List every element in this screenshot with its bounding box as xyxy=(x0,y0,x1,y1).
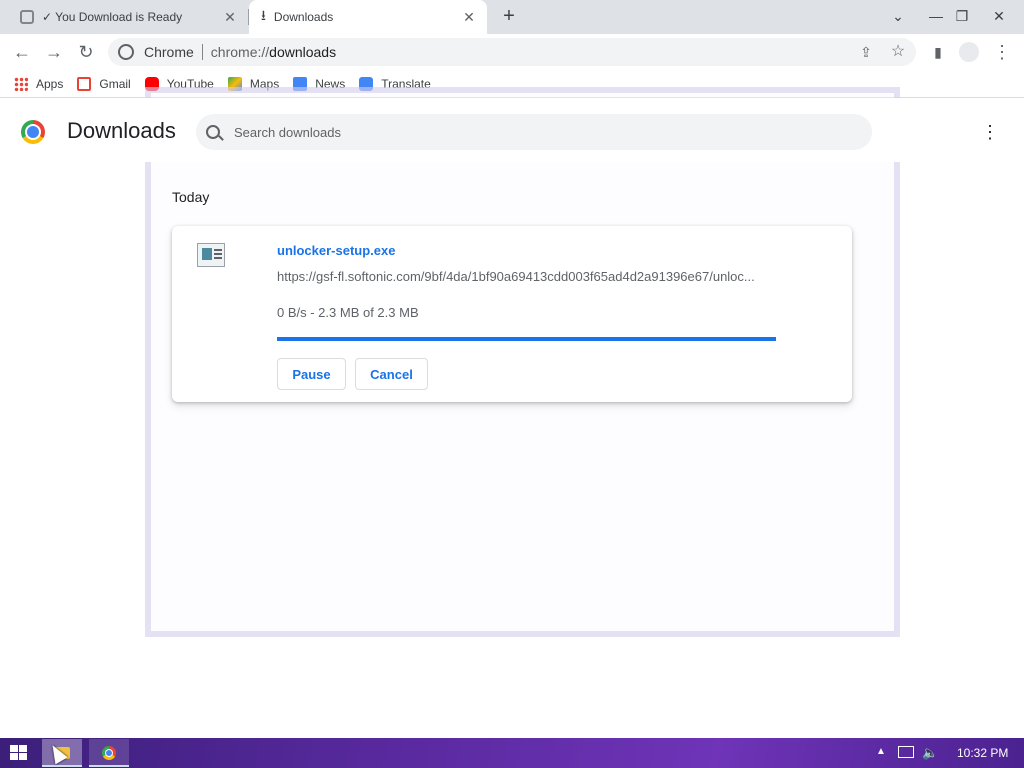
more-options-icon[interactable]: ⋮ xyxy=(980,120,1000,144)
tab-download-ready[interactable]: ✓ You Download is Ready ✕ xyxy=(8,0,248,34)
forward-arrow-icon[interactable]: → xyxy=(42,40,66,64)
reload-icon[interactable]: ↻ xyxy=(74,40,98,64)
bookmark-gmail[interactable]: Gmail xyxy=(77,76,131,91)
download-status: 0 B/s - 2.3 MB of 2.3 MB xyxy=(277,305,419,320)
search-bar[interactable] xyxy=(196,114,872,150)
profile-avatar-icon[interactable] xyxy=(957,40,981,64)
file-name-link[interactable]: unlocker-setup.exe xyxy=(277,243,396,258)
tray-expand-icon[interactable]: ▲ xyxy=(876,746,886,757)
minimize-button[interactable]: — xyxy=(922,2,950,30)
bookmark-label: Gmail xyxy=(99,76,131,91)
progress-bar xyxy=(277,337,776,341)
cancel-button[interactable]: Cancel xyxy=(355,358,428,390)
site-label: Chrome xyxy=(144,44,194,60)
downloads-header: Downloads ⋮ xyxy=(0,98,1024,162)
search-input[interactable] xyxy=(234,124,834,140)
close-icon[interactable]: ✕ xyxy=(222,9,238,25)
restore-button[interactable]: ❐ xyxy=(948,2,976,30)
gmail-icon xyxy=(77,76,92,91)
bookmark-star-icon[interactable]: ☆ xyxy=(886,40,910,64)
chrome-logo-icon xyxy=(21,120,45,144)
search-icon xyxy=(206,125,220,139)
lock-icon xyxy=(20,10,34,24)
close-window-button[interactable]: ✕ xyxy=(985,2,1013,30)
tab-title: Downloads xyxy=(273,10,334,24)
chrome-icon xyxy=(102,746,116,760)
menu-kebab-icon[interactable]: ⋮ xyxy=(990,40,1014,64)
new-tab-button[interactable]: + xyxy=(497,6,521,28)
taskbar-chrome[interactable] xyxy=(89,739,129,767)
bookmark-apps[interactable]: Apps xyxy=(14,76,64,91)
page-title: Downloads xyxy=(67,118,176,143)
url-scheme: chrome:// xyxy=(210,44,270,60)
date-group-label: Today xyxy=(172,189,210,205)
side-panel-icon[interactable]: ▮ xyxy=(926,40,950,64)
windows-start-icon[interactable] xyxy=(10,745,28,761)
chrome-site-icon xyxy=(118,44,134,60)
network-icon[interactable] xyxy=(898,746,914,758)
tab-search-chevron-icon[interactable]: ⌄ xyxy=(884,2,912,30)
bookmark-label: Apps xyxy=(36,76,64,91)
close-icon[interactable]: ✕ xyxy=(461,9,477,25)
share-icon[interactable]: ⇪ xyxy=(854,40,878,64)
file-icon xyxy=(197,243,225,267)
download-icon: ⭳ xyxy=(261,7,266,23)
url-host: downloads xyxy=(269,44,337,60)
taskbar-clock[interactable]: 10:32 PM xyxy=(957,746,1008,760)
apps-grid-icon xyxy=(14,76,28,91)
progress-bar-fill xyxy=(277,337,776,341)
file-source-url[interactable]: https://gsf-fl.softonic.com/9bf/4da/1bf9… xyxy=(277,269,777,284)
download-item-card: unlocker-setup.exe https://gsf-fl.softon… xyxy=(172,226,852,402)
windows-taskbar: ▲ 🔈 10:32 PM xyxy=(0,738,1024,768)
volume-muted-icon[interactable]: 🔈 xyxy=(922,745,938,761)
tab-title: ✓ You Download is Ready xyxy=(42,10,183,24)
tab-strip: ✓ You Download is Ready ✕ ⭳ Downloads ✕ … xyxy=(0,0,1024,34)
pause-button[interactable]: Pause xyxy=(277,358,346,390)
address-bar[interactable]: Chrome chrome:// downloads xyxy=(108,38,916,66)
back-arrow-icon[interactable]: ← xyxy=(10,40,34,64)
tab-downloads[interactable]: ⭳ Downloads ✕ xyxy=(249,0,487,34)
omnibox-divider xyxy=(201,44,203,60)
browser-toolbar: ← → ↻ Chrome chrome:// downloads ⇪ ☆ ▮ ⋮ xyxy=(0,34,1024,70)
